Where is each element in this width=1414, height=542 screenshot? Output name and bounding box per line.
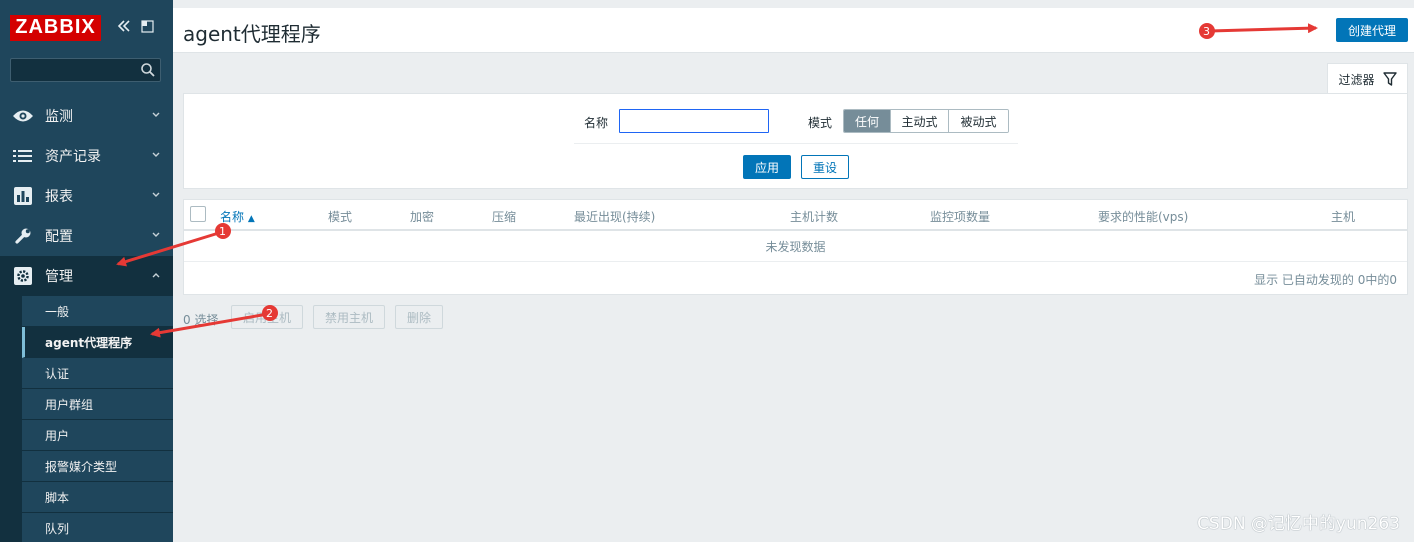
sidebar-tools bbox=[117, 18, 154, 37]
column-mode: 模式 bbox=[328, 210, 353, 224]
chevron-down-icon bbox=[152, 232, 160, 237]
administration-submenu: 一般 agent代理程序 认证 用户群组 用户 报警媒介类型 脚本 队列 bbox=[0, 296, 173, 542]
menu-item-label: 监测 bbox=[45, 109, 73, 125]
submenu-item-media-types[interactable]: 报警媒介类型 bbox=[22, 451, 173, 482]
filter-mode-label: 模式 bbox=[808, 116, 833, 130]
menu-item-label: 管理 bbox=[45, 269, 73, 285]
menu-item-inventory[interactable]: 资产记录 bbox=[0, 136, 173, 176]
column-name[interactable]: 名称 ▲ bbox=[220, 208, 255, 225]
menu-item-label: 资产记录 bbox=[45, 149, 101, 165]
search-icon[interactable] bbox=[140, 62, 156, 78]
wrench-icon bbox=[11, 226, 35, 246]
select-all-checkbox[interactable] bbox=[190, 206, 206, 222]
watermark: CSDN @记忆中的yun263 bbox=[1197, 514, 1400, 534]
create-proxy-button[interactable]: 创建代理 bbox=[1336, 18, 1408, 42]
sidebar-search-input[interactable] bbox=[11, 59, 160, 81]
filter-name-input[interactable] bbox=[619, 109, 769, 133]
reset-button[interactable]: 重设 bbox=[801, 155, 849, 179]
chevron-down-icon bbox=[152, 192, 160, 197]
column-last-seen: 最近出现(持续) bbox=[574, 210, 656, 224]
filter-panel: 名称 模式 任何 主动式 被动式 应用 重设 bbox=[183, 93, 1408, 189]
mode-any-option[interactable]: 任何 bbox=[844, 110, 891, 132]
column-name-label: 名称 bbox=[220, 210, 245, 224]
page-title: agent代理程序 bbox=[183, 22, 321, 46]
bar-chart-icon bbox=[11, 186, 35, 206]
filter-name-label: 名称 bbox=[584, 116, 609, 130]
disable-hosts-button[interactable]: 禁用主机 bbox=[313, 305, 385, 329]
filter-tab-label: 过滤器 bbox=[1338, 72, 1375, 87]
chevron-down-icon bbox=[152, 152, 160, 157]
zabbix-logo[interactable]: ZABBIX bbox=[10, 14, 101, 41]
filter-icon bbox=[1382, 72, 1397, 86]
mode-passive-option[interactable]: 被动式 bbox=[949, 110, 1008, 132]
filter-divider bbox=[574, 143, 1018, 144]
page-header: agent代理程序 创建代理 bbox=[173, 8, 1414, 53]
chevron-up-icon bbox=[152, 273, 160, 278]
column-item-count: 监控项数量 bbox=[930, 210, 991, 224]
sort-asc-icon: ▲ bbox=[247, 214, 255, 224]
selected-count: 0 选择 bbox=[183, 313, 219, 327]
submenu-item-authentication[interactable]: 认证 bbox=[22, 358, 173, 389]
proxies-table: 名称 ▲ 模式 加密 压缩 最近出现(持续) 主机计数 监控项数量 要求的性能(… bbox=[183, 199, 1408, 295]
menu-item-monitoring[interactable]: 监测 bbox=[0, 96, 173, 136]
menu-item-reports[interactable]: 报表 bbox=[0, 176, 173, 216]
kiosk-mode-icon[interactable] bbox=[141, 18, 154, 37]
mode-active-option[interactable]: 主动式 bbox=[891, 110, 949, 132]
submenu-item-scripts[interactable]: 脚本 bbox=[22, 482, 173, 513]
delete-button[interactable]: 删除 bbox=[395, 305, 443, 329]
gear-icon bbox=[11, 266, 35, 286]
sidebar-search bbox=[10, 58, 161, 82]
submenu-item-general[interactable]: 一般 bbox=[22, 296, 173, 327]
list-icon bbox=[11, 146, 35, 166]
column-encryption: 加密 bbox=[410, 210, 435, 224]
column-hosts: 主机 bbox=[1331, 210, 1356, 224]
submenu-item-queue[interactable]: 队列 bbox=[22, 513, 173, 542]
enable-hosts-button[interactable]: 启用主机 bbox=[231, 305, 303, 329]
main-menu: 监测 资产记录 报表 配置 管理 bbox=[0, 96, 173, 296]
filter-tab[interactable]: 过滤器 bbox=[1327, 63, 1408, 94]
paging-info: 显示 已自动发现的 0中的0 bbox=[1254, 273, 1397, 287]
menu-item-label: 报表 bbox=[45, 189, 73, 205]
table-header: 名称 ▲ 模式 加密 压缩 最近出现(持续) 主机计数 监控项数量 要求的性能(… bbox=[184, 200, 1407, 231]
mode-segmented-control: 任何 主动式 被动式 bbox=[843, 109, 1009, 133]
column-compression: 压缩 bbox=[492, 210, 517, 224]
sidebar: ZABBIX 监测 资产记录 报表 配置 管理 一般 agent代理程序 认证 … bbox=[0, 0, 173, 542]
eye-icon bbox=[11, 106, 35, 126]
logo-row: ZABBIX bbox=[0, 0, 173, 55]
submenu-item-user-groups[interactable]: 用户群组 bbox=[22, 389, 173, 420]
chevron-down-icon bbox=[152, 112, 160, 117]
submenu-item-users[interactable]: 用户 bbox=[22, 420, 173, 451]
menu-item-label: 配置 bbox=[45, 229, 73, 245]
menu-item-configuration[interactable]: 配置 bbox=[0, 216, 173, 256]
collapse-sidebar-icon[interactable] bbox=[117, 18, 131, 37]
empty-table-row: 未发现数据 bbox=[184, 231, 1407, 262]
apply-button[interactable]: 应用 bbox=[743, 155, 791, 179]
column-required-performance: 要求的性能(vps) bbox=[1098, 210, 1189, 224]
menu-item-administration[interactable]: 管理 bbox=[0, 256, 173, 296]
column-host-count: 主机计数 bbox=[790, 210, 839, 224]
submenu-item-proxies[interactable]: agent代理程序 bbox=[22, 327, 173, 358]
